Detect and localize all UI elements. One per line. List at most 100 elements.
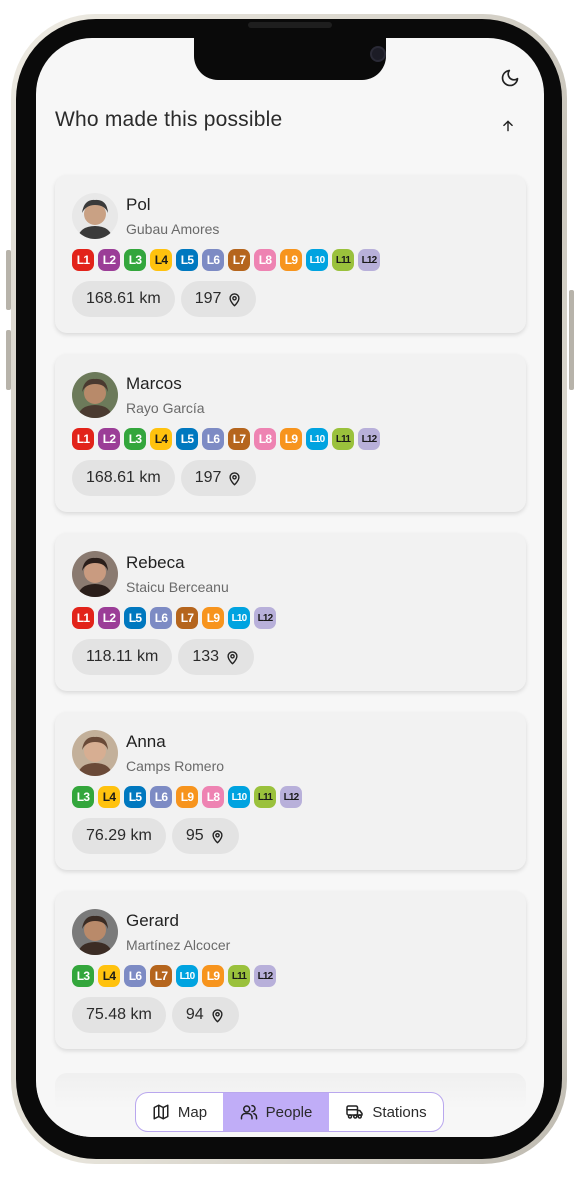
- metro-line-badge: L10: [306, 428, 328, 450]
- person-last-name: Camps Romero: [126, 758, 225, 774]
- person-card[interactable]: Anna Camps Romero L3 L4 L5 L6 L9 L8 L10 L11 L12 76.…: [55, 712, 526, 870]
- distance-value: 76.29 km: [86, 827, 152, 844]
- metro-line-badge: L10: [228, 607, 250, 629]
- stations-count: 197: [194, 469, 222, 486]
- distance-value: 75.48 km: [86, 1006, 152, 1023]
- metro-lines: L1 L2 L3 L4 L5 L6 L7 L8 L9 L10 L11 L12: [72, 249, 380, 271]
- moon-icon[interactable]: [498, 66, 522, 90]
- metro-line-badge: L1: [72, 249, 94, 271]
- metro-line-badge: L9: [176, 786, 198, 808]
- nav-label-map: Map: [177, 1103, 208, 1121]
- distance-pill: 168.61 km: [72, 460, 175, 496]
- person-first-name: Rebeca: [126, 553, 185, 572]
- person-last-name: Staicu Berceanu: [126, 579, 229, 595]
- metro-line-badge: L7: [176, 607, 198, 629]
- phone-side-button: [569, 290, 574, 390]
- metro-line-badge: L9: [202, 607, 224, 629]
- person-last-name: Gubau Amores: [126, 221, 220, 237]
- avatar: [72, 372, 118, 418]
- page-title: Who made this possible: [55, 108, 283, 131]
- nav-item-people[interactable]: People: [223, 1093, 329, 1131]
- notch: [194, 38, 386, 80]
- nav-label-stations: Stations: [372, 1103, 427, 1121]
- app-screen: Who made this possible Pol Gubau Amores L1…: [36, 38, 544, 1137]
- metro-line-badge: L6: [150, 786, 172, 808]
- metro-line-badge: L2: [98, 607, 120, 629]
- avatar: [72, 730, 118, 776]
- location-pin-icon: [227, 471, 242, 486]
- stations-count: 94: [185, 1006, 204, 1023]
- metro-line-badge: L5: [176, 428, 198, 450]
- metro-line-badge: L10: [228, 786, 250, 808]
- metro-line-badge: L5: [176, 249, 198, 271]
- metro-line-badge: L4: [98, 965, 120, 987]
- location-pin-icon: [210, 829, 225, 844]
- location-pin-icon: [225, 650, 240, 665]
- avatar: [72, 551, 118, 597]
- distance-value: 168.61 km: [86, 290, 161, 307]
- metro-line-badge: L2: [98, 428, 120, 450]
- distance-value: 118.11 km: [86, 648, 159, 665]
- phone-speaker: [248, 22, 332, 28]
- person-card[interactable]: Pol Gubau Amores L1 L2 L3 L4 L5 L6 L7 L8 L9 L10 L11 L…: [55, 175, 526, 333]
- metro-line-badge: L3: [72, 786, 94, 808]
- person-stats: 76.29 km 95: [72, 818, 239, 854]
- metro-line-badge: L10: [176, 965, 198, 987]
- metro-line-badge: L7: [228, 428, 250, 450]
- metro-line-badge: L11: [332, 249, 354, 271]
- distance-pill: 168.61 km: [72, 281, 175, 317]
- stations-pill: 95: [171, 818, 239, 854]
- nav-item-map[interactable]: Map: [136, 1093, 223, 1131]
- distance-pill: 118.11 km: [72, 639, 173, 675]
- metro-line-badge: L12: [358, 249, 380, 271]
- users-icon: [240, 1103, 258, 1121]
- metro-line-badge: L5: [124, 607, 146, 629]
- metro-line-badge: L8: [202, 786, 224, 808]
- metro-line-badge: L9: [280, 249, 302, 271]
- metro-line-badge: L6: [202, 249, 224, 271]
- metro-line-badge: L12: [280, 786, 302, 808]
- metro-line-badge: L4: [98, 786, 120, 808]
- stations-count: 95: [185, 827, 204, 844]
- metro-line-badge: L8: [254, 249, 276, 271]
- metro-line-badge: L1: [72, 428, 94, 450]
- stations-count: 197: [194, 290, 222, 307]
- metro-line-badge: L6: [124, 965, 146, 987]
- person-stats: 168.61 km 197: [72, 460, 257, 496]
- metro-lines: L1 L2 L3 L4 L5 L6 L7 L8 L9 L10 L11 L12: [72, 428, 380, 450]
- person-last-name: Rayo García: [126, 400, 205, 416]
- nav-item-stations[interactable]: Stations: [329, 1093, 443, 1131]
- metro-line-badge: L11: [332, 428, 354, 450]
- stations-pill: 197: [180, 281, 257, 317]
- metro-lines: L3 L4 L5 L6 L9 L8 L10 L11 L12: [72, 786, 302, 808]
- person-first-name: Anna: [126, 732, 166, 751]
- person-first-name: Marcos: [126, 374, 182, 393]
- metro-line-badge: L1: [72, 607, 94, 629]
- metro-line-badge: L2: [98, 249, 120, 271]
- person-stats: 118.11 km 133: [72, 639, 255, 675]
- distance-pill: 75.48 km: [72, 997, 166, 1033]
- distance-pill: 76.29 km: [72, 818, 166, 854]
- metro-line-badge: L3: [72, 965, 94, 987]
- phone-side-button: [6, 330, 11, 390]
- metro-line-badge: L12: [358, 428, 380, 450]
- person-card[interactable]: Gerard Martínez Alcocer L3 L4 L6 L7 L10 L9 L11 L1…: [55, 891, 526, 1049]
- stations-pill: 133: [178, 639, 255, 675]
- metro-lines: L1 L2 L5 L6 L7 L9 L10 L12: [72, 607, 276, 629]
- metro-line-badge: L7: [150, 965, 172, 987]
- metro-lines: L3 L4 L6 L7 L10 L9 L11 L12: [72, 965, 276, 987]
- metro-line-badge: L10: [306, 249, 328, 271]
- person-card[interactable]: Rebeca Staicu Berceanu L1 L2 L5 L6 L7 L9 L10 L12 1…: [55, 533, 526, 691]
- nav-label-people: People: [265, 1103, 313, 1121]
- bottom-nav: Map People Stations: [135, 1092, 444, 1132]
- arrow-up-icon[interactable]: [498, 116, 518, 136]
- person-card[interactable]: Marcos Rayo García L1 L2 L3 L4 L5 L6 L7 L8 L9 L10 L1…: [55, 354, 526, 512]
- metro-line-badge: L4: [150, 428, 172, 450]
- metro-line-badge: L3: [124, 249, 146, 271]
- metro-line-badge: L9: [202, 965, 224, 987]
- avatar: [72, 909, 118, 955]
- stations-count: 133: [192, 648, 220, 665]
- metro-line-badge: L11: [254, 786, 276, 808]
- metro-line-badge: L5: [124, 786, 146, 808]
- stations-pill: 94: [171, 997, 239, 1033]
